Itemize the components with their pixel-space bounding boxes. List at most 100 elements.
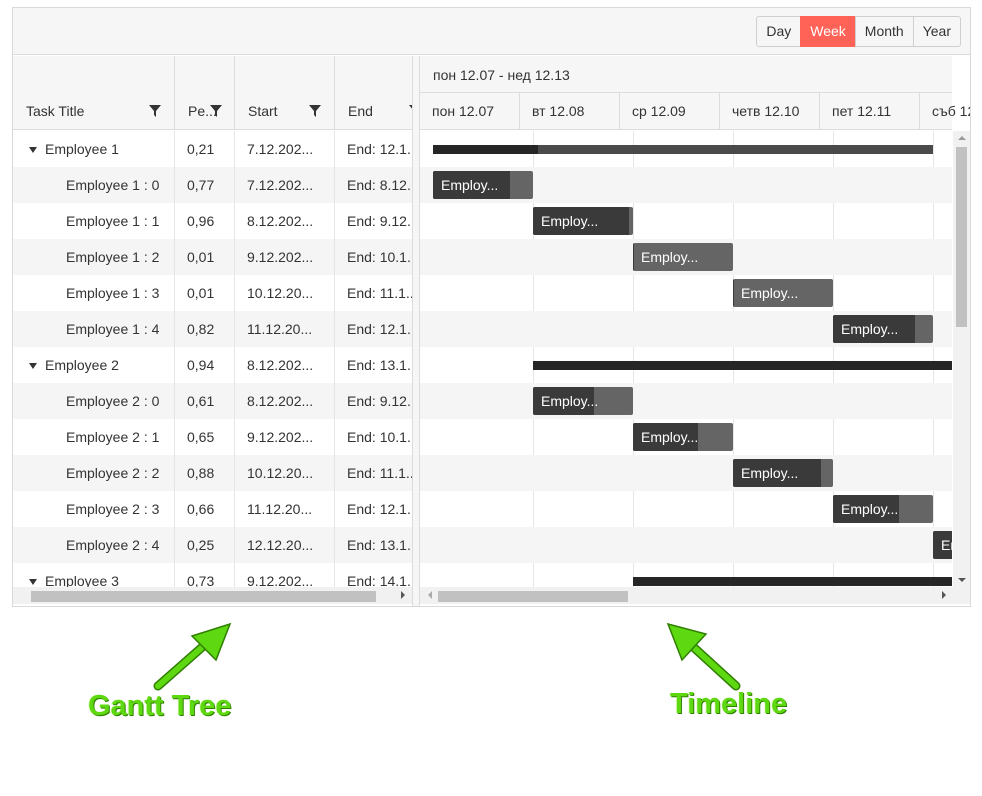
- task-bar[interactable]: Employ...: [433, 171, 533, 199]
- collapse-caret-icon[interactable]: [29, 578, 37, 585]
- tree-row[interactable]: Employee 1 : 0 0,777.12.202... End: 8.12..…: [13, 167, 412, 203]
- task-bar[interactable]: Employ...: [533, 387, 633, 415]
- column-header-percent[interactable]: Pe...: [175, 56, 235, 130]
- column-header-start[interactable]: Start: [235, 56, 335, 130]
- scrollbar-thumb[interactable]: [956, 147, 967, 327]
- tree-row[interactable]: Employee 1 : 1 0,968.12.202... End: 9.12..…: [13, 203, 412, 239]
- tree-row[interactable]: Employee 2 : 4 0,25 12.12.20... End: 13.1..…: [13, 527, 412, 563]
- day-header: вт 12.08: [520, 93, 620, 130]
- tree-row[interactable]: Employee 2 : 3 0,66 11.12.20... End: 12.1..…: [13, 491, 412, 527]
- filter-icon[interactable]: [149, 105, 161, 117]
- scrollbar-thumb[interactable]: [31, 591, 376, 602]
- tree-row[interactable]: Employee 1 : 4 0,82 11.12.20... End: 12.1..…: [13, 311, 412, 347]
- task-title: Employee 1 : 2: [66, 249, 160, 265]
- summary-bar[interactable]: [433, 145, 933, 154]
- task-title-cell: Employee 2 : 1: [13, 419, 175, 455]
- filter-icon[interactable]: [210, 105, 222, 117]
- scroll-left-arrow-icon[interactable]: [428, 591, 432, 599]
- task-bar[interactable]: Employ...: [733, 459, 833, 487]
- view-day-button[interactable]: Day: [756, 16, 802, 47]
- percent-cell: 0,94: [175, 347, 235, 383]
- tree-row[interactable]: Employee 1 : 2 0,01 9.12.202... End: 10.1..…: [13, 239, 412, 275]
- task-bar[interactable]: Employ...: [533, 207, 633, 235]
- pane-splitter[interactable]: [412, 56, 420, 606]
- task-bar-label: Employ...: [541, 213, 599, 229]
- end-cell: End: 10.1...: [347, 249, 412, 265]
- summary-bar[interactable]: [533, 361, 952, 370]
- end-cell: End: 9.12....: [347, 393, 412, 409]
- scroll-up-arrow-icon[interactable]: [958, 136, 966, 140]
- percent-cell: 0,66: [175, 491, 235, 527]
- task-title-cell: Employee 1 : 4: [13, 311, 175, 347]
- gantt-chart: Day Week Month Year Task Title Pe... Sta…: [12, 7, 971, 607]
- view-switcher: Day Week Month Year: [756, 16, 961, 47]
- start-cell: 7.12.202...: [235, 131, 335, 167]
- day-header: пет 12.11: [820, 93, 920, 130]
- collapse-caret-icon[interactable]: [29, 362, 37, 369]
- progress-fill: [733, 279, 734, 307]
- task-bar[interactable]: Employ...: [833, 315, 933, 343]
- percent-cell: 0,25: [175, 527, 235, 563]
- percent-cell: 0,82: [175, 311, 235, 347]
- summary-bar[interactable]: [633, 577, 952, 586]
- timeline-row: [420, 131, 952, 167]
- timeline-days-header: пон 12.07 вт 12.08 ср 12.09 четв 12.10 пет 1…: [420, 93, 970, 130]
- scroll-right-arrow-icon[interactable]: [942, 591, 946, 599]
- timeline-vertical-scrollbar[interactable]: [953, 131, 970, 587]
- tree-row[interactable]: Employee 2 : 1 0,65 9.12.202... End: 10.1..…: [13, 419, 412, 455]
- column-header-end[interactable]: End: [335, 56, 412, 130]
- scroll-right-arrow-icon[interactable]: [401, 591, 405, 599]
- task-title-cell: Employee 2 : 4: [13, 527, 175, 563]
- start-cell: 8.12.202...: [235, 203, 335, 239]
- view-year-button[interactable]: Year: [912, 16, 961, 47]
- collapse-caret-icon[interactable]: [29, 146, 37, 153]
- task-bar[interactable]: Employ...: [733, 279, 833, 307]
- timeline-row: Employ...: [420, 383, 952, 419]
- scrollbar-thumb[interactable]: [438, 591, 628, 602]
- start-cell: 7.12.202...: [235, 167, 335, 203]
- task-title-cell: Employee 1: [13, 131, 175, 167]
- start-cell: 10.12.20...: [235, 455, 335, 491]
- timeline-row: Employ...: [420, 419, 952, 455]
- view-week-button[interactable]: Week: [800, 16, 856, 47]
- timeline-horizontal-scrollbar[interactable]: [420, 587, 970, 604]
- tree-row[interactable]: Employee 2 : 0 0,618.12.202... End: 9.12..…: [13, 383, 412, 419]
- gantt-toolbar: Day Week Month Year: [13, 8, 970, 55]
- timeline-row: Employ...: [420, 239, 952, 275]
- view-month-button[interactable]: Month: [854, 16, 914, 47]
- task-bar[interactable]: Employ...: [833, 495, 933, 523]
- start-cell: 8.12.202...: [235, 347, 335, 383]
- tree-horizontal-scrollbar[interactable]: [13, 587, 412, 604]
- timeline-row: [420, 347, 952, 383]
- percent-cell: 0,61: [175, 383, 235, 419]
- task-bar[interactable]: Employ...: [633, 423, 733, 451]
- day-header: пон 12.07: [420, 93, 520, 130]
- percent-cell: 0,88: [175, 455, 235, 491]
- task-title: Employee 1: [45, 141, 119, 157]
- tree-row[interactable]: Employee 1 : 3 0,01 10.12.20... End: 11.1..…: [13, 275, 412, 311]
- progress-fill: [433, 145, 538, 154]
- percent-cell: 0,77: [175, 167, 235, 203]
- timeline-row: Employ...: [420, 491, 952, 527]
- end-cell: End: 12.1...: [347, 501, 412, 517]
- column-header-title[interactable]: Task Title: [13, 56, 175, 130]
- scroll-down-arrow-icon[interactable]: [958, 578, 966, 582]
- task-bar[interactable]: Employ...: [633, 243, 733, 271]
- tree-row[interactable]: Employee 2 : 2 0,88 10.12.20... End: 11.1..…: [13, 455, 412, 491]
- start-cell: 12.12.20...: [235, 527, 335, 563]
- start-cell: 9.12.202...: [235, 419, 335, 455]
- tree-summary-row[interactable]: Employee 3 0,73 9.12.202... End: 14.1...: [13, 563, 412, 587]
- gantt-tree: Task Title Pe... Start End Employee 1 0,2…: [13, 56, 412, 606]
- percent-cell: 0,96: [175, 203, 235, 239]
- task-title: Employee 2: [45, 357, 119, 373]
- task-bar-label: Employ...: [541, 393, 599, 409]
- filter-icon[interactable]: [309, 105, 321, 117]
- tree-summary-row[interactable]: Employee 1 0,21 7.12.202... End: 12.1...: [13, 131, 412, 167]
- timeline-caption: Timeline: [670, 688, 788, 720]
- tree-summary-row[interactable]: Employee 2 0,94 8.12.202... End: 13.1...: [13, 347, 412, 383]
- timeline-body: Employ... Employ... Employ... Employ... Empl…: [420, 131, 952, 587]
- task-bar-label: Employ...: [741, 285, 799, 301]
- end-cell: End: 8.12....: [347, 177, 412, 193]
- task-bar[interactable]: Emp: [933, 531, 952, 559]
- task-title: Employee 1 : 1: [66, 213, 160, 229]
